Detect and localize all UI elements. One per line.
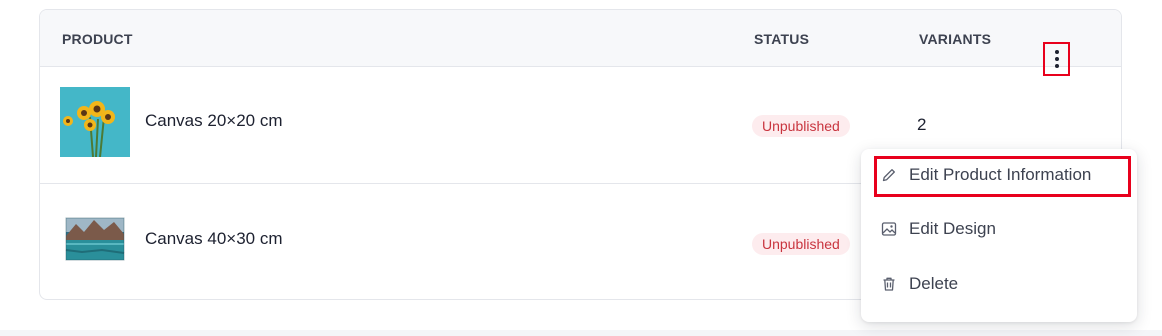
- product-name[interactable]: Canvas 40×30 cm: [145, 229, 283, 249]
- product-thumbnail: [65, 217, 125, 261]
- product-name[interactable]: Canvas 20×20 cm: [145, 111, 283, 131]
- menu-item-edit-design[interactable]: Edit Design: [861, 207, 1137, 251]
- menu-item-label: Edit Product Information: [909, 165, 1092, 184]
- image-icon: [881, 222, 897, 236]
- menu-item-delete[interactable]: Delete: [861, 262, 1137, 306]
- dot: [1054, 64, 1059, 68]
- menu-item-label: Edit Design: [909, 219, 996, 238]
- product-thumbnail: [60, 87, 130, 157]
- dot: [1054, 57, 1059, 61]
- status-badge: Unpublished: [752, 115, 850, 137]
- variants-count: 2: [917, 115, 927, 134]
- table-header: PRODUCT STATUS VARIANTS: [40, 10, 1121, 67]
- row-actions-menu-button[interactable]: [1043, 42, 1070, 76]
- row-actions-dropdown: Edit Product Information Edit Design Del…: [861, 149, 1137, 322]
- header-status: STATUS: [754, 31, 810, 47]
- header-product: PRODUCT: [62, 31, 133, 47]
- trash-icon: [883, 277, 895, 291]
- menu-item-label: Delete: [909, 274, 959, 293]
- menu-item-edit-product-information[interactable]: Edit Product Information: [861, 153, 1137, 197]
- status-badge: Unpublished: [752, 233, 850, 255]
- pencil-icon: [882, 169, 895, 182]
- dot: [1054, 50, 1059, 54]
- header-variants: VARIANTS: [919, 31, 992, 47]
